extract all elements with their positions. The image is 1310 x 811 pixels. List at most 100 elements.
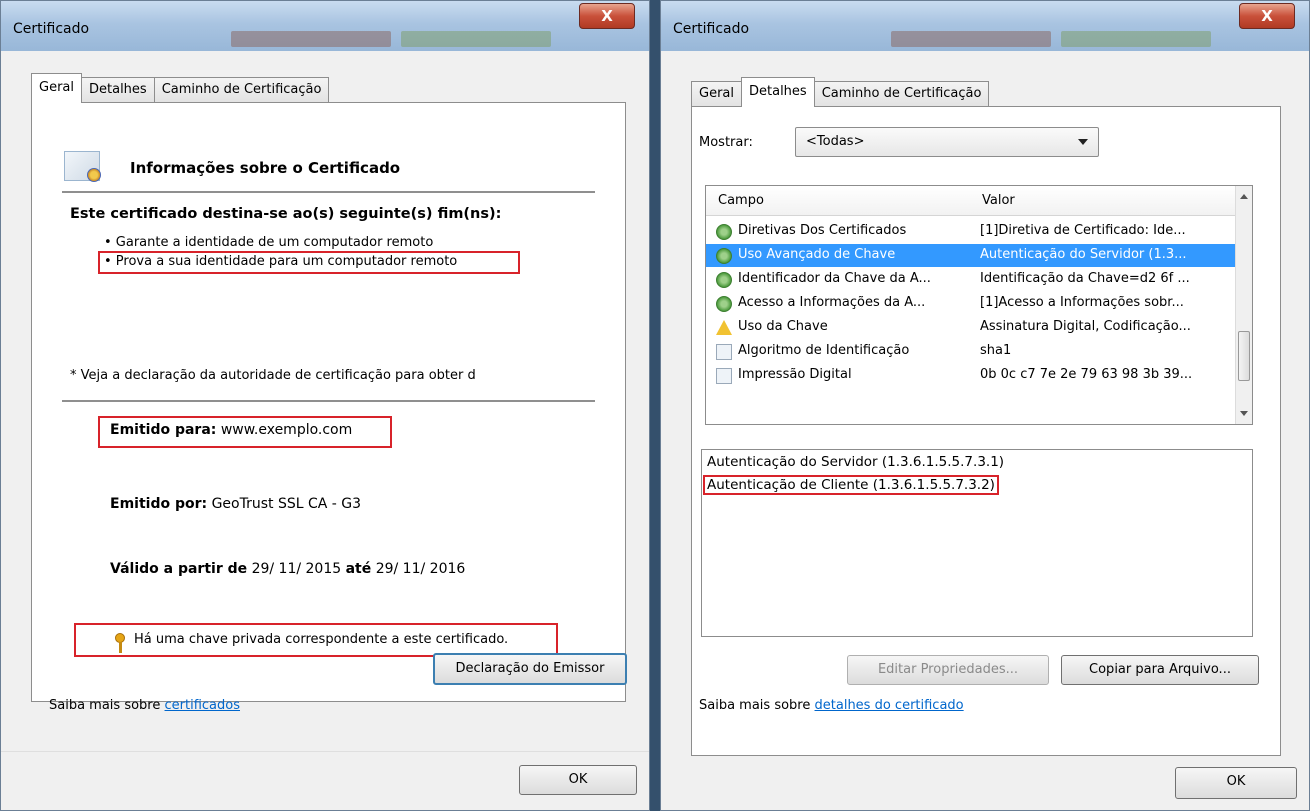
highlight-box: Autenticação de Cliente (1.3.6.1.5.5.7.3… <box>703 475 999 495</box>
issued-by-value: GeoTrust SSL CA - G3 <box>211 496 362 512</box>
title-decoration <box>891 31 1051 47</box>
seal-icon <box>87 168 101 182</box>
show-select-value: <Todas> <box>806 134 865 149</box>
close-button[interactable]: X <box>579 3 635 29</box>
chevron-down-icon <box>1078 139 1088 145</box>
list-item[interactable]: Uso da Chave Assinatura Digital, Codifica… <box>706 316 1236 339</box>
issuer-statement-button[interactable]: Declaração do Emissor <box>433 653 627 685</box>
vertical-scrollbar[interactable] <box>1235 186 1252 424</box>
purpose-item: • Prova a sua identidade para um computa… <box>104 254 458 269</box>
tab-certification-path[interactable]: Caminho de Certificação <box>153 77 330 103</box>
column-header-field[interactable]: Campo <box>718 193 764 208</box>
certificates-link[interactable]: certificados <box>165 698 240 713</box>
field-name: Impressão Digital <box>738 367 852 382</box>
column-header-value[interactable]: Valor <box>982 193 1015 208</box>
divider <box>1 751 649 752</box>
cps-note: * Veja a declaração da autoridade de cer… <box>70 368 476 383</box>
ok-button[interactable]: OK <box>1175 767 1297 799</box>
close-button[interactable]: X <box>1239 3 1295 29</box>
learn-more-row: Saiba mais sobre certificados <box>49 698 240 713</box>
field-value: Assinatura Digital, Codificação... <box>980 319 1191 334</box>
valid-from-value: 29/ 11/ 2015 <box>251 561 342 577</box>
field-name: Uso da Chave <box>738 319 828 334</box>
tab-details[interactable]: Detalhes <box>741 77 815 107</box>
tab-general[interactable]: Geral <box>31 73 82 103</box>
dialog-body: Geral Detalhes Caminho de Certificação I… <box>1 51 649 810</box>
purpose-item: • Garante a identidade de um computador … <box>104 235 434 250</box>
fields-list[interactable]: Campo Valor Diretivas Dos Certificados [1… <box>705 185 1253 425</box>
general-tab-panel: Informações sobre o Certificado Este cer… <box>31 102 626 702</box>
copy-to-file-button[interactable]: Copiar para Arquivo... <box>1061 655 1259 685</box>
field-name: Identificador da Chave da A... <box>738 271 931 286</box>
field-value: 0b 0c c7 7e 2e 79 63 98 3b 39... <box>980 367 1193 382</box>
detail-line: Autenticação do Servidor (1.3.6.1.5.5.7.… <box>707 454 1005 470</box>
issued-by-row: Emitido por: GeoTrust SSL CA - G3 <box>110 496 361 512</box>
warning-icon <box>716 320 732 335</box>
valid-to-value: 29/ 11/ 2016 <box>375 561 466 577</box>
list-item[interactable]: Uso Avançado de Chave Autenticação do Ser… <box>706 244 1236 267</box>
title-bar[interactable]: Certificado X <box>1 1 649 51</box>
show-label: Mostrar: <box>699 135 753 150</box>
extension-icon <box>716 296 732 312</box>
validity-row: Válido a partir de 29/ 11/ 2015 até 29/ … <box>110 561 465 577</box>
field-value: Identificação da Chave=d2 6f ... <box>980 271 1190 286</box>
extension-icon <box>716 224 732 240</box>
certificate-icon <box>64 151 101 182</box>
tab-strip: Geral Detalhes Caminho de Certificação <box>691 77 990 107</box>
field-name: Uso Avançado de Chave <box>738 247 896 262</box>
list-item[interactable]: Diretivas Dos Certificados [1]Diretiva de… <box>706 220 1236 243</box>
issued-to-row: Emitido para: www.exemplo.com <box>110 422 352 438</box>
certificate-details-link[interactable]: detalhes do certificado <box>815 698 964 713</box>
key-icon <box>115 633 125 653</box>
extension-icon <box>716 248 732 264</box>
ok-button[interactable]: OK <box>519 765 637 795</box>
purpose-heading: Este certificado destina-se ao(s) seguin… <box>70 206 502 222</box>
field-value: sha1 <box>980 343 1012 358</box>
valid-to-label: até <box>345 561 372 577</box>
document-icon <box>716 344 732 360</box>
divider <box>62 400 595 402</box>
scroll-up-icon[interactable] <box>1240 194 1248 199</box>
field-name: Acesso a Informações da A... <box>738 295 926 310</box>
divider <box>62 191 595 193</box>
issued-to-value: www.exemplo.com <box>220 422 353 438</box>
tab-certification-path[interactable]: Caminho de Certificação <box>813 81 990 107</box>
tab-details[interactable]: Detalhes <box>81 77 155 103</box>
certificate-dialog-general: Certificado X Geral Detalhes Caminho de … <box>0 0 650 811</box>
field-name: Algoritmo de Identificação <box>738 343 910 358</box>
field-detail-box[interactable]: Autenticação do Servidor (1.3.6.1.5.5.7.… <box>701 449 1253 637</box>
show-select[interactable]: <Todas> <box>795 127 1099 157</box>
tab-strip: Geral Detalhes Caminho de Certificação <box>31 73 330 103</box>
tab-general[interactable]: Geral <box>691 81 742 107</box>
learn-more-text: Saiba mais sobre <box>699 698 811 713</box>
issued-by-label: Emitido por: <box>110 496 208 512</box>
close-icon: X <box>1261 7 1273 25</box>
learn-more-row: Saiba mais sobre detalhes do certificado <box>699 698 964 713</box>
field-name: Diretivas Dos Certificados <box>738 223 907 238</box>
title-decoration <box>1061 31 1211 47</box>
close-icon: X <box>601 7 613 25</box>
detail-line: Autenticação de Cliente (1.3.6.1.5.5.7.3… <box>703 475 1247 496</box>
list-item[interactable]: Identificador da Chave da A... Identifica… <box>706 268 1236 291</box>
edit-properties-button[interactable]: Editar Propriedades... <box>847 655 1049 685</box>
list-item[interactable]: Acesso a Informações da A... [1]Acesso a … <box>706 292 1236 315</box>
certificate-info-box: Informações sobre o Certificado Este cer… <box>32 103 625 701</box>
scroll-down-icon[interactable] <box>1240 411 1248 416</box>
list-item[interactable]: Impressão Digital 0b 0c c7 7e 2e 79 63 98… <box>706 364 1236 387</box>
list-item[interactable]: Algoritmo de Identificação sha1 <box>706 340 1236 363</box>
valid-from-label: Válido a partir de <box>110 561 248 577</box>
list-header: Campo Valor <box>706 186 1236 216</box>
window-title: Certificado <box>673 21 750 37</box>
field-value: [1]Diretiva de Certificado: Ide... <box>980 223 1186 238</box>
window-gap <box>650 0 660 811</box>
document-icon <box>716 368 732 384</box>
certificate-dialog-details: Certificado X Geral Detalhes Caminho de … <box>660 0 1310 811</box>
title-decoration <box>231 31 391 47</box>
title-decoration <box>401 31 551 47</box>
title-bar[interactable]: Certificado X <box>661 1 1309 51</box>
field-value: Autenticação do Servidor (1.3... <box>980 247 1187 262</box>
scroll-thumb[interactable] <box>1238 331 1250 381</box>
detail-text: Autenticação de Cliente (1.3.6.1.5.5.7.3… <box>707 477 995 493</box>
learn-more-text: Saiba mais sobre <box>49 698 161 713</box>
private-key-note: Há uma chave privada correspondente a es… <box>134 632 509 647</box>
